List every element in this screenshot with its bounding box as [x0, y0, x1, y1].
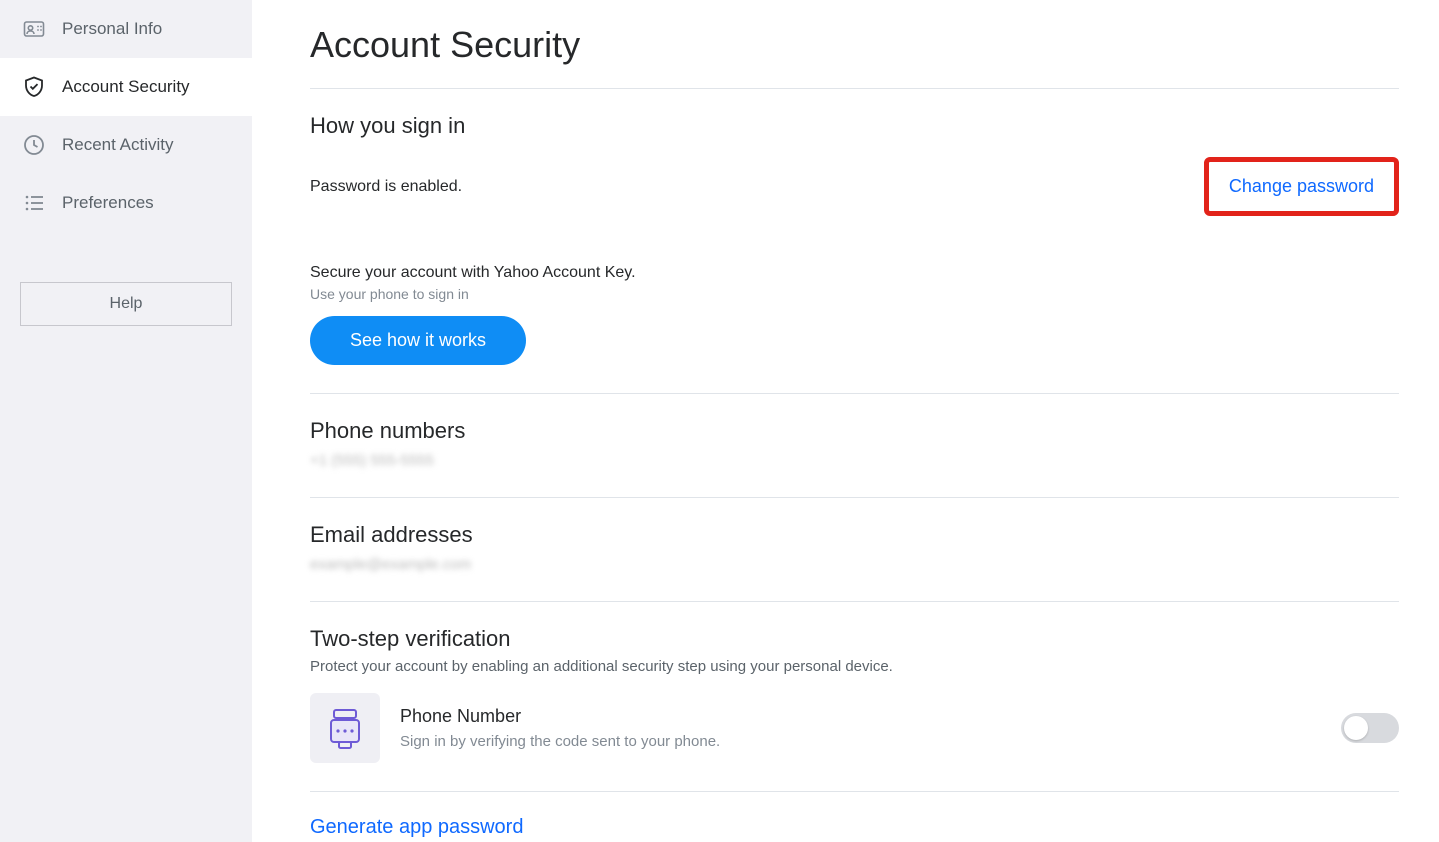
change-password-link[interactable]: Change password [1229, 176, 1374, 196]
list-icon [22, 191, 46, 215]
sidebar: Personal Info Account Security Recent Ac… [0, 0, 252, 842]
sidebar-item-recent-activity[interactable]: Recent Activity [0, 116, 252, 174]
main-content: Account Security How you sign in Passwor… [252, 0, 1439, 842]
shield-check-icon [22, 75, 46, 99]
password-status-text: Password is enabled. [310, 178, 462, 196]
section-phone-numbers: Phone numbers +1 (555) 555-5555 [310, 394, 1399, 498]
id-card-icon [22, 17, 46, 41]
sidebar-item-label: Preferences [62, 193, 154, 213]
section-email-addresses: Email addresses example@example.com [310, 498, 1399, 602]
phone-verification-icon [310, 693, 380, 763]
phone-numbers-title: Phone numbers [310, 418, 1399, 444]
sidebar-item-account-security[interactable]: Account Security [0, 58, 252, 116]
two-step-title: Two-step verification [310, 626, 1399, 652]
two-step-method-label: Phone Number [400, 706, 720, 727]
account-key-subtitle: Use your phone to sign in [310, 286, 1399, 302]
sidebar-item-label: Account Security [62, 77, 190, 97]
page-title: Account Security [310, 10, 1399, 89]
section-signin: How you sign in Password is enabled. Cha… [310, 89, 1399, 394]
two-step-toggle[interactable] [1341, 713, 1399, 743]
help-button[interactable]: Help [20, 282, 232, 326]
two-step-method-desc: Sign in by verifying the code sent to yo… [400, 733, 720, 750]
see-how-it-works-button[interactable]: See how it works [310, 316, 526, 365]
section-two-step: Two-step verification Protect your accou… [310, 602, 1399, 792]
sidebar-item-label: Recent Activity [62, 135, 174, 155]
sidebar-item-preferences[interactable]: Preferences [0, 174, 252, 232]
sidebar-item-personal-info[interactable]: Personal Info [0, 0, 252, 58]
sidebar-item-label: Personal Info [62, 19, 162, 39]
change-password-highlight: Change password [1204, 157, 1399, 216]
email-address-masked: example@example.com [310, 556, 1399, 573]
section-app-password: Generate app password Create a one-time … [310, 792, 1399, 842]
phone-number-masked: +1 (555) 555-5555 [310, 452, 1399, 469]
clock-icon [22, 133, 46, 157]
generate-app-password-link[interactable]: Generate app password [310, 816, 523, 839]
account-key-title: Secure your account with Yahoo Account K… [310, 264, 1399, 282]
signin-section-title: How you sign in [310, 113, 1399, 139]
email-addresses-title: Email addresses [310, 522, 1399, 548]
help-button-label: Help [110, 295, 143, 312]
two-step-subtitle: Protect your account by enabling an addi… [310, 658, 1399, 675]
